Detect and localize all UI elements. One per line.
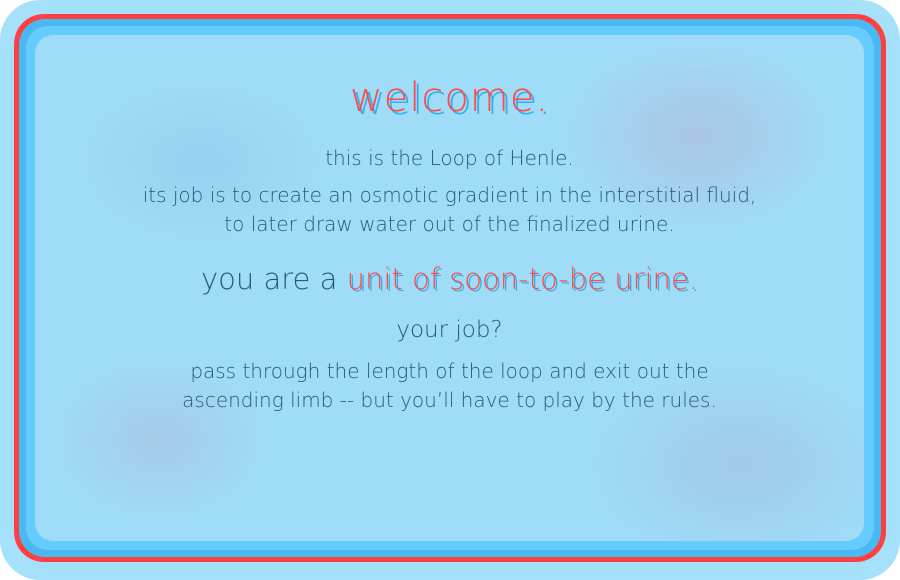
job-question: your job?	[396, 317, 503, 343]
description-line: to later draw water out of the finalized…	[224, 212, 675, 236]
job-line: ascending limb -- but you’ll have to pla…	[182, 388, 717, 412]
welcome-title: welcome.	[349, 75, 550, 121]
role-prefix: you are a	[200, 262, 347, 296]
job-line: pass through the length of the loop and …	[190, 359, 709, 383]
role-highlight: unit of soon-to-be urine.	[346, 262, 698, 296]
intro-dialog: welcome. this is the Loop of Henle. its …	[35, 35, 864, 541]
description-line: its job is to create an osmotic gradient…	[142, 183, 757, 207]
role-line: you are a unit of soon-to-be urine.	[35, 262, 864, 296]
intro-line: this is the Loop of Henle.	[325, 146, 574, 170]
job-description: pass through the length of the loop and …	[35, 357, 864, 415]
intro-description: its job is to create an osmotic gradient…	[35, 181, 864, 239]
